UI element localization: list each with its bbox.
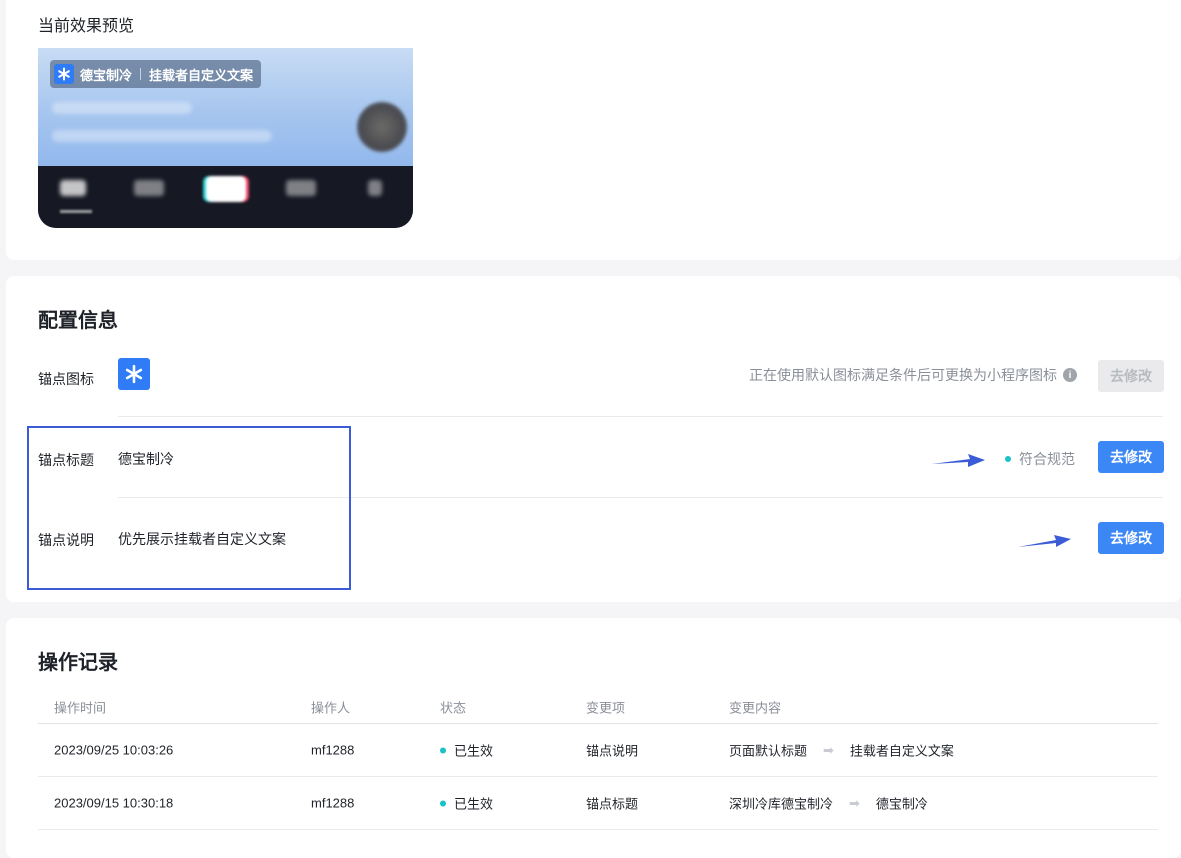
title-status: 符合规范 xyxy=(1005,449,1075,469)
status-dot xyxy=(440,800,446,806)
change-from: 深圳冷库德宝制冷 xyxy=(729,796,834,812)
log-table: 操作时间 操作人 状态 变更项 变更内容 2023/09/25 10:03:26… xyxy=(38,690,1158,830)
cell-status: 已生效 xyxy=(440,741,493,760)
cell-content: 深圳冷库德宝制冷 ➡ 德宝制冷 xyxy=(729,794,928,813)
phone-tab-bar xyxy=(38,166,413,228)
arrow-right-icon: ➡ xyxy=(849,795,860,810)
log-card: 操作记录 操作时间 操作人 状态 变更项 变更内容 2023/09/25 10:… xyxy=(6,618,1181,858)
status-text: 已生效 xyxy=(454,743,494,759)
header-content: 变更内容 xyxy=(729,700,782,715)
annotation-arrow-icon xyxy=(932,454,985,467)
cell-operator: mf1288 xyxy=(311,795,355,811)
log-title: 操作记录 xyxy=(38,652,118,674)
cell-time: 2023/09/25 10:03:26 xyxy=(54,742,174,758)
blurred-tab xyxy=(134,180,164,196)
status-text: 已生效 xyxy=(454,796,494,812)
anchor-pill: 德宝制冷 挂载者自定义文案 xyxy=(50,60,262,88)
plus-icon xyxy=(206,176,246,202)
arrow-right-icon: ➡ xyxy=(823,742,834,757)
icon-hint: 正在使用默认图标满足条件后可更换为小程序图标 i xyxy=(749,365,1077,385)
preview-card: 当前效果预览 德宝制冷 挂载者自定义文案 xyxy=(6,0,1181,260)
header-operator: 操作人 xyxy=(311,700,351,715)
blurred-tab xyxy=(60,180,86,196)
annotation-box xyxy=(27,426,351,590)
blurred-avatar xyxy=(357,102,407,152)
cell-item: 锚点说明 xyxy=(586,743,639,759)
status-dot xyxy=(440,747,446,753)
status-dot xyxy=(1005,456,1011,462)
cell-operator: mf1288 xyxy=(311,742,355,758)
annotation-arrow-icon xyxy=(1018,535,1071,547)
table-row: 2023/09/25 10:03:26 mf1288 已生效 锚点说明 页面默认… xyxy=(38,724,1158,777)
preview-phone-mock: 德宝制冷 挂载者自定义文案 xyxy=(38,48,413,228)
cell-status: 已生效 xyxy=(440,794,493,813)
edit-icon-button[interactable]: 去修改 xyxy=(1098,360,1164,392)
row-label-icon: 锚点图标 xyxy=(38,371,94,387)
preview-title: 当前效果预览 xyxy=(38,18,135,35)
edit-title-button[interactable]: 去修改 xyxy=(1098,441,1164,473)
icon-hint-text: 正在使用默认图标满足条件后可更换为小程序图标 xyxy=(749,367,1057,383)
snowflake-icon xyxy=(125,364,143,384)
anchor-icon-preview xyxy=(118,358,150,390)
blurred-text xyxy=(52,102,192,114)
cell-time: 2023/09/15 10:30:18 xyxy=(54,795,174,811)
anchor-pill-desc: 挂载者自定义文案 xyxy=(149,67,254,83)
anchor-pill-name: 德宝制冷 xyxy=(80,67,133,83)
blurred-tab xyxy=(368,180,382,196)
snowflake-icon xyxy=(54,64,74,84)
pill-separator xyxy=(140,68,142,80)
title-status-text: 符合规范 xyxy=(1019,451,1075,467)
table-header: 操作时间 操作人 状态 变更项 变更内容 xyxy=(38,690,1158,724)
blurred-tab xyxy=(286,180,316,196)
table-row: 2023/09/15 10:30:18 mf1288 已生效 锚点标题 深圳冷库… xyxy=(38,777,1158,830)
divider xyxy=(118,416,1163,417)
change-to: 德宝制冷 xyxy=(875,796,928,812)
tab-indicator xyxy=(60,210,92,213)
cell-item: 锚点标题 xyxy=(586,796,639,812)
header-status: 状态 xyxy=(440,700,467,715)
cell-content: 页面默认标题 ➡ 挂载者自定义文案 xyxy=(729,741,954,760)
header-item: 变更项 xyxy=(586,700,626,715)
header-time: 操作时间 xyxy=(54,700,107,715)
blurred-text xyxy=(52,130,272,142)
config-card: 配置信息 锚点图标 正在使用默认图标满足条件后可更换为小程序图标 i 去修改 锚… xyxy=(6,276,1181,602)
edit-desc-button[interactable]: 去修改 xyxy=(1098,522,1164,554)
info-icon[interactable]: i xyxy=(1063,368,1077,382)
config-title: 配置信息 xyxy=(38,310,118,332)
change-from: 页面默认标题 xyxy=(729,743,808,759)
change-to: 挂载者自定义文案 xyxy=(849,743,954,759)
